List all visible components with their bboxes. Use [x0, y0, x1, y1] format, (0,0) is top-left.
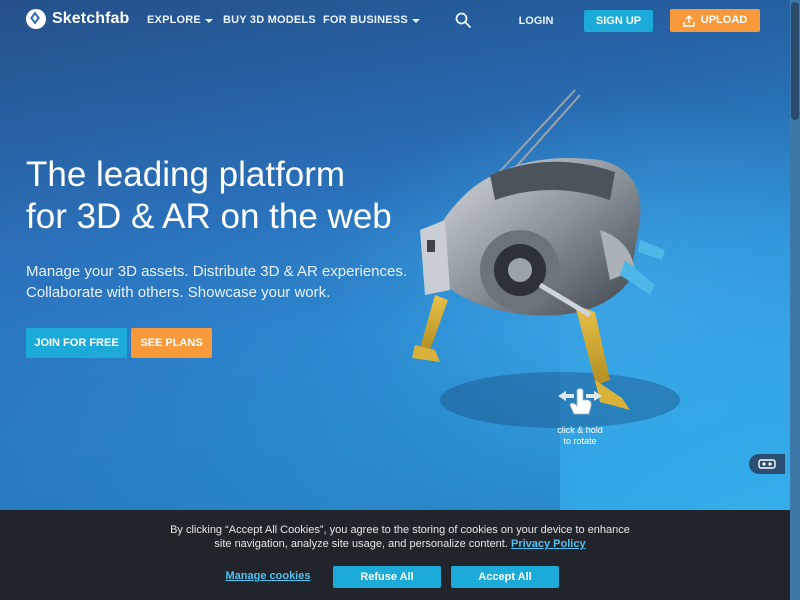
- chevron-down-icon: [204, 18, 213, 23]
- nav-buy-3d-models[interactable]: BUY 3D MODELS: [223, 14, 316, 26]
- upload-button[interactable]: UPLOAD: [670, 9, 760, 32]
- nav-buy-label: BUY 3D MODELS: [223, 14, 316, 26]
- join-for-free-button[interactable]: JOIN FOR FREE: [26, 328, 127, 358]
- headline-line-1: The leading platform: [26, 155, 346, 194]
- hero-headline: The leading platform for 3D & AR on the …: [26, 154, 486, 238]
- see-plans-button[interactable]: SEE PLANS: [131, 328, 212, 358]
- manage-cookies-link[interactable]: Manage cookies: [210, 570, 326, 582]
- brand-name: Sketchfab: [52, 10, 130, 27]
- brand-logo[interactable]: Sketchfab: [26, 9, 129, 29]
- rotate-text-line-1: click & hold: [557, 425, 603, 435]
- rotate-text-line-2: to rotate: [563, 436, 597, 446]
- nav-for-business[interactable]: FOR BUSINESS: [323, 14, 420, 26]
- privacy-policy-link[interactable]: Privacy Policy: [511, 538, 586, 550]
- cookie-message: By clicking “Accept All Cookies”, you ag…: [60, 523, 740, 551]
- accept-all-button[interactable]: Accept All: [451, 566, 559, 588]
- vr-icon: [758, 459, 776, 469]
- hand-pointer-icon: [558, 388, 602, 415]
- signup-button[interactable]: SIGN UP: [584, 10, 653, 32]
- subtext-line-2: Collaborate with others. Showcase your w…: [26, 284, 331, 301]
- refuse-all-button[interactable]: Refuse All: [333, 566, 441, 588]
- chevron-down-icon: [411, 18, 420, 23]
- nav-explore[interactable]: EXPLORE: [147, 14, 213, 26]
- page-scrollbar[interactable]: [790, 0, 800, 600]
- nav-business-label: FOR BUSINESS: [323, 14, 408, 26]
- hero-subtext: Manage your 3D assets. Distribute 3D & A…: [26, 261, 446, 303]
- vr-button[interactable]: [749, 454, 785, 474]
- cookie-text-line-1: By clicking “Accept All Cookies”, you ag…: [170, 524, 630, 536]
- scrollbar-thumb[interactable]: [791, 2, 799, 120]
- sketchfab-logo-icon: [26, 9, 46, 29]
- upload-icon: [683, 14, 695, 27]
- nav-explore-label: EXPLORE: [147, 14, 201, 26]
- cookie-text-line-2-container: site navigation, analyze site usage, and…: [60, 537, 740, 551]
- login-button[interactable]: LOGIN: [506, 11, 566, 31]
- search-icon[interactable]: [455, 12, 471, 28]
- cookie-text-line-2: site navigation, analyze site usage, and…: [214, 538, 508, 550]
- rotate-hint: click & hold to rotate: [540, 386, 620, 447]
- subtext-line-1: Manage your 3D assets. Distribute 3D & A…: [26, 263, 408, 280]
- upload-label: UPLOAD: [700, 14, 748, 26]
- headline-line-2: for 3D & AR on the web: [26, 197, 392, 236]
